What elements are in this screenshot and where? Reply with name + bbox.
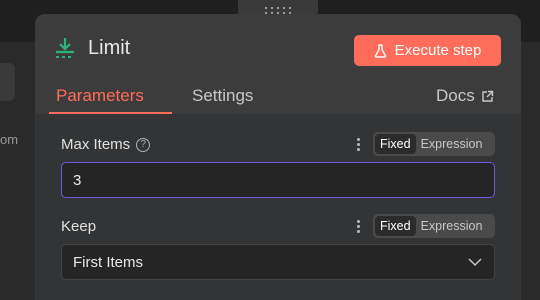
max-items-mode-expression[interactable]: Expression: [416, 134, 488, 154]
keep-options-icon[interactable]: [357, 220, 360, 233]
max-items-label-text: Max Items: [61, 136, 131, 153]
tab-settings[interactable]: Settings: [192, 86, 253, 106]
docs-link[interactable]: Docs: [436, 86, 494, 106]
keep-mode-toggle: Fixed Expression: [373, 214, 495, 238]
chevron-down-icon: [468, 258, 482, 267]
canvas-background-input: [0, 63, 15, 101]
drag-handle-icon: [265, 6, 291, 14]
max-items-mode-toggle: Fixed Expression: [373, 132, 495, 156]
docs-label: Docs: [436, 86, 475, 105]
panel-header: Limit Execute step Parameters Settings D…: [35, 14, 521, 114]
download-limit-icon: [56, 38, 74, 58]
keep-mode-expression[interactable]: Expression: [416, 216, 488, 236]
node-title: Limit: [88, 37, 131, 59]
keep-label-text: Keep: [61, 218, 97, 235]
panel-tabs: Parameters Settings Docs: [35, 82, 521, 115]
max-items-options-icon[interactable]: [357, 138, 360, 151]
max-items-mode-fixed[interactable]: Fixed: [375, 134, 416, 154]
execute-step-button[interactable]: Execute step: [354, 35, 501, 66]
max-items-label: Max Items ?: [61, 136, 151, 153]
keep-select[interactable]: First Items: [61, 244, 495, 280]
active-tab-indicator: [49, 112, 172, 114]
canvas-background-text: om: [0, 132, 19, 147]
execute-step-label: Execute step: [394, 42, 482, 59]
keep-label: Keep: [61, 218, 96, 235]
external-link-icon: [482, 90, 493, 102]
keep-select-value: First Items: [73, 253, 143, 271]
help-icon[interactable]: ?: [136, 137, 151, 152]
tab-parameters[interactable]: Parameters: [56, 86, 144, 106]
max-items-input[interactable]: 3: [61, 162, 495, 198]
node-details-panel: Limit Execute step Parameters Settings D…: [35, 14, 521, 300]
flask-icon: [374, 43, 386, 58]
keep-mode-fixed[interactable]: Fixed: [375, 216, 416, 236]
